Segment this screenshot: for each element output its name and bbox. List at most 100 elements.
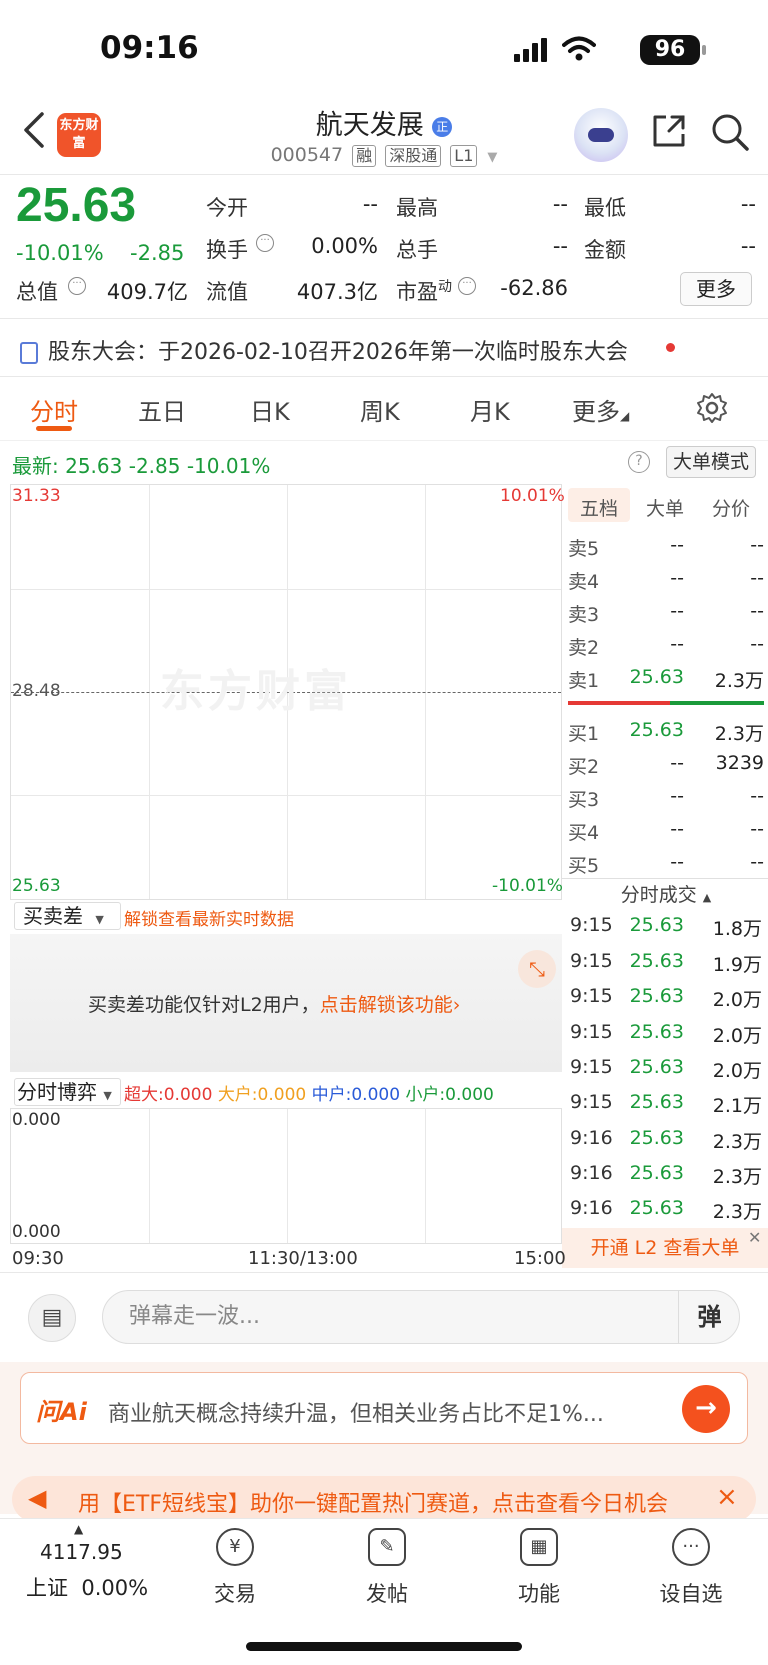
battery-icon: 96 xyxy=(640,35,706,65)
tag-margin: 融 xyxy=(352,145,377,167)
tab-more[interactable]: 更多◢ xyxy=(572,392,629,427)
ai-avatar-icon[interactable] xyxy=(574,108,628,162)
bid-row[interactable]: 买3 -- -- xyxy=(568,785,764,815)
ai-summary-text[interactable]: 商业航天概念持续升温，但相关业务占比不足1%... xyxy=(108,1396,668,1428)
bid-row[interactable]: 买2 -- 3239 xyxy=(568,752,764,782)
mktcap-label: 总值 xyxy=(16,280,58,304)
ask-row[interactable]: 卖2 -- -- xyxy=(568,633,764,663)
tick-row: 9:15 25.63 2.1万 xyxy=(570,1091,762,1117)
tick-row: 9:15 25.63 2.0万 xyxy=(570,985,762,1011)
open-value: -- xyxy=(362,192,378,216)
time-mid: 11:30/13:00 xyxy=(248,1248,358,1269)
tab-intraday[interactable]: 分时 xyxy=(30,392,78,427)
y-axis-top: 31.33 xyxy=(12,486,61,506)
close-icon[interactable]: × xyxy=(716,1482,738,1512)
bid-row[interactable]: 买5 -- -- xyxy=(568,851,764,881)
amount-label: 金额 xyxy=(584,238,626,262)
ticks-header[interactable]: 分时成交 ▲ xyxy=(568,880,764,907)
shareholder-notice[interactable]: 股东大会：于2026-02-10召开2026年第一次临时股东大会 xyxy=(20,334,628,366)
help-icon[interactable]: ? xyxy=(628,451,650,473)
tab-monthly-k[interactable]: 月K xyxy=(470,392,510,427)
game-selector[interactable]: 分时博弈 ▼ xyxy=(14,1078,121,1106)
volume-label: 总手 xyxy=(396,238,438,262)
bid-row[interactable]: 买4 -- -- xyxy=(568,818,764,848)
spread-lock-message[interactable]: 买卖差功能仅针对L2用户，点击解锁该功能› xyxy=(88,990,460,1017)
tick-row: 9:16 25.63 2.3万 xyxy=(570,1127,762,1153)
info-icon[interactable]: ··· xyxy=(68,277,86,295)
gear-icon[interactable] xyxy=(696,392,728,424)
nav-trade[interactable]: ¥ 交易 xyxy=(190,1528,280,1608)
tab-five-levels[interactable]: 五档 xyxy=(580,494,618,521)
time-end: 15:00 xyxy=(514,1248,566,1269)
bid-ratio-bar xyxy=(670,701,764,705)
tick-row: 9:15 25.63 1.9万 xyxy=(570,950,762,976)
spread-unlock-link[interactable]: 解锁查看最新实时数据 xyxy=(124,905,294,930)
ask-row[interactable]: 卖1 25.63 2.3万 xyxy=(568,666,764,696)
danmu-button[interactable]: 弹 xyxy=(678,1290,740,1344)
ask-row[interactable]: 卖5 -- -- xyxy=(568,534,764,564)
turnover-value: 0.00% xyxy=(311,234,378,258)
change-pct: -10.01% xyxy=(16,241,104,265)
expand-icon[interactable]: ⤡ xyxy=(518,950,556,988)
watermark: 东方财富 xyxy=(160,666,352,717)
close-icon[interactable]: ✕ xyxy=(748,1228,761,1247)
time-start: 09:30 xyxy=(12,1248,64,1269)
stock-code: 000547 xyxy=(270,144,344,166)
divider xyxy=(0,174,768,175)
more-button[interactable]: 更多 xyxy=(680,272,752,306)
divider xyxy=(0,1272,768,1273)
l2-upgrade-banner[interactable]: 开通 L2 查看大单 xyxy=(562,1228,768,1268)
tab-five-day[interactable]: 五日 xyxy=(138,392,186,427)
index-label[interactable]: 上证 0.00% xyxy=(26,1572,148,1602)
game-chart xyxy=(10,1108,562,1244)
nav-add-watchlist[interactable]: ··· 设自选 xyxy=(646,1528,736,1608)
tick-row: 9:15 25.63 2.0万 xyxy=(570,1021,762,1047)
current-price: 25.63 xyxy=(16,179,137,232)
ask-row[interactable]: 卖3 -- -- xyxy=(568,600,764,630)
tab-weekly-k[interactable]: 周K xyxy=(360,392,400,427)
info-icon[interactable]: ··· xyxy=(256,234,274,252)
bid-row[interactable]: 买1 25.63 2.3万 xyxy=(568,719,764,749)
open-label: 今开 xyxy=(206,196,248,220)
stock-name: 航天发展 xyxy=(315,110,424,141)
search-icon[interactable] xyxy=(710,112,750,152)
tag-connect: 深股通 xyxy=(385,145,442,167)
high-label: 最高 xyxy=(396,196,438,220)
tick-row: 9:16 25.63 2.3万 xyxy=(570,1162,762,1188)
volume-value: -- xyxy=(552,234,568,258)
index-value[interactable]: 4117.95 xyxy=(40,1540,123,1564)
amount-value: -- xyxy=(740,234,756,258)
comment-settings-icon[interactable]: ▤ xyxy=(28,1294,76,1342)
more-dots-icon: ··· xyxy=(672,1528,710,1566)
promo-text[interactable]: 用【ETF短线宝】助你一键配置热门赛道，点击查看今日机会 xyxy=(78,1486,708,1518)
share-icon[interactable] xyxy=(650,112,688,150)
divider xyxy=(0,318,768,319)
big-order-mode-button[interactable]: 大单模式 xyxy=(666,446,756,478)
latest-quote: 最新: 25.63 -2.85 -10.01% xyxy=(12,454,271,478)
danmu-input[interactable]: 弹幕走一波... xyxy=(102,1290,740,1344)
divider xyxy=(0,376,768,377)
ask-row[interactable]: 卖4 -- -- xyxy=(568,567,764,597)
low-label: 最低 xyxy=(584,196,626,220)
nav-post[interactable]: ✎ 发帖 xyxy=(342,1528,432,1608)
pct-axis-top: 10.01% xyxy=(500,486,565,506)
game-y-bottom: 0.000 xyxy=(12,1222,61,1242)
home-indicator xyxy=(246,1642,522,1651)
float-label: 流值 xyxy=(206,280,248,304)
pct-axis-bottom: -10.01% xyxy=(492,876,563,896)
mktcap-value: 409.7亿 xyxy=(106,280,188,304)
tab-big-orders[interactable]: 大单 xyxy=(646,494,684,521)
ask-ratio-bar xyxy=(568,701,670,705)
grid-icon: ▦ xyxy=(520,1528,558,1566)
divider xyxy=(562,878,768,879)
nav-functions[interactable]: ▦ 功能 xyxy=(494,1528,584,1608)
arrow-right-icon[interactable]: → xyxy=(682,1385,730,1433)
spread-selector[interactable]: 买卖差 ▼ xyxy=(14,902,121,930)
divider xyxy=(0,440,768,441)
tab-price-distribution[interactable]: 分价 xyxy=(712,494,750,521)
tab-daily-k[interactable]: 日K xyxy=(250,392,290,427)
y-axis-mid: 28.48 xyxy=(12,681,61,701)
game-y-top: 0.000 xyxy=(12,1110,61,1130)
high-value: -- xyxy=(552,192,568,216)
info-icon[interactable]: ··· xyxy=(458,277,476,295)
